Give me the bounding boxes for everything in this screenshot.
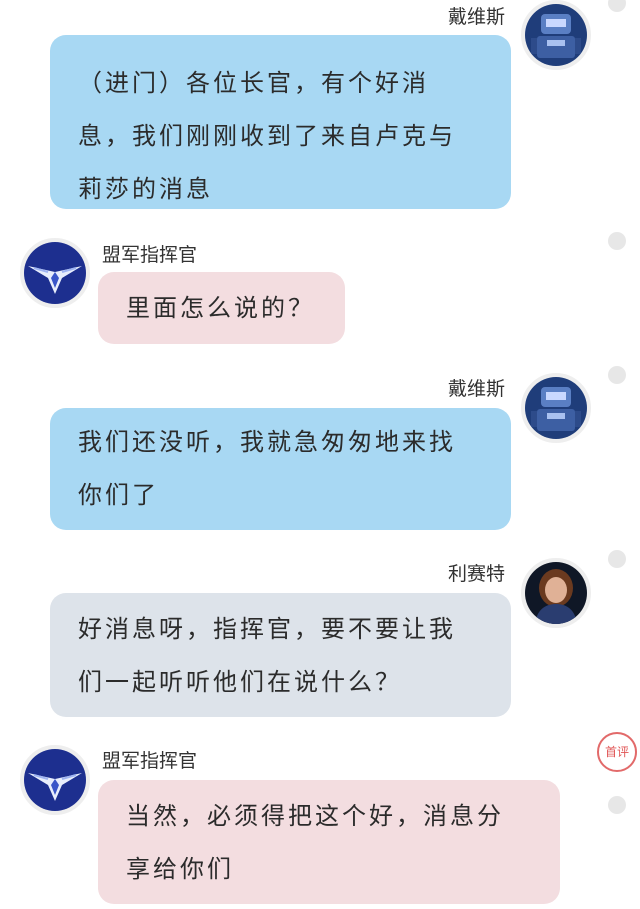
robot-avatar-icon[interactable]: [521, 0, 591, 70]
woman-portrait-avatar[interactable]: [521, 558, 591, 628]
like-dot[interactable]: [608, 0, 626, 12]
like-dot[interactable]: [608, 796, 626, 814]
message-line: 享给你们: [126, 855, 234, 883]
message-bubble[interactable]: 当然，必须得把这个好，消息分 享给你们: [98, 780, 560, 904]
message-line: 当然，必须得把这个好，消息分: [126, 802, 504, 830]
message-line: 们一起听听他们在说什么？: [78, 668, 402, 696]
message-bubble[interactable]: 我们还没听，我就急匆匆地来找 你们了: [50, 408, 511, 530]
sender-name: 盟军指挥官: [102, 244, 198, 266]
message-line: 息，我们刚刚收到了来自卢克与: [78, 122, 456, 150]
message-line: 里面怎么说的？: [126, 294, 315, 322]
message-line: 我们还没听，我就急匆匆地来找: [78, 428, 456, 456]
allied-wings-emblem-icon[interactable]: [20, 745, 90, 815]
message-line: 好消息呀，指挥官，要不要让我: [78, 615, 456, 643]
sender-name: 戴维斯: [448, 6, 506, 28]
message-line: （进门）各位长官，有个好消: [78, 69, 429, 97]
message-line: 你们了: [78, 481, 159, 509]
message-bubble[interactable]: 好消息呀，指挥官，要不要让我 们一起听听他们在说什么？: [50, 593, 511, 717]
robot-avatar-icon[interactable]: [521, 373, 591, 443]
sender-name: 盟军指挥官: [102, 750, 198, 772]
like-dot[interactable]: [608, 366, 626, 384]
like-dot[interactable]: [608, 232, 626, 250]
sender-name: 利赛特: [448, 563, 506, 585]
message-bubble[interactable]: 里面怎么说的？: [98, 272, 345, 344]
sender-name: 戴维斯: [448, 378, 506, 400]
like-dot[interactable]: [608, 550, 626, 568]
message-line: 莉莎的消息: [78, 175, 213, 203]
allied-wings-emblem-icon[interactable]: [20, 238, 90, 308]
message-bubble[interactable]: （进门）各位长官，有个好消 息，我们刚刚收到了来自卢克与 莉莎的消息: [50, 35, 511, 209]
first-comment-badge: 首评: [597, 732, 637, 772]
